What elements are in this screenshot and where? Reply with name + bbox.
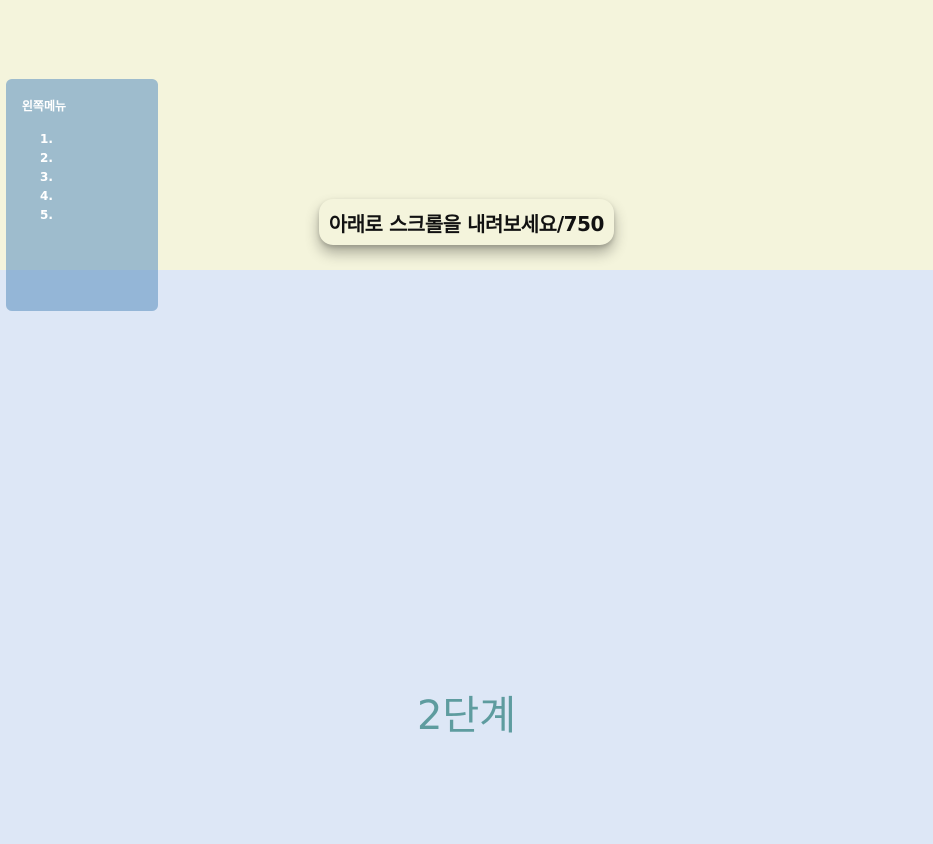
stage-label: 2단계 [416, 693, 517, 739]
left-menu-item-1[interactable]: 1. [40, 130, 142, 149]
left-menu-title: 왼쪽메뉴 [22, 99, 67, 113]
left-menu-item-2[interactable]: 2. [40, 149, 142, 168]
section-bottom [0, 270, 933, 844]
left-menu-item-5[interactable]: 5. [40, 206, 142, 225]
left-menu-item-3[interactable]: 3. [40, 168, 142, 187]
left-menu: 왼쪽메뉴 1. 2. 3. 4. 5. [6, 79, 158, 311]
scroll-position-indicator: 아래로 스크롤을 내려보세요/750 [319, 199, 614, 245]
left-menu-list: 1. 2. 3. 4. 5. [40, 130, 142, 225]
left-menu-item-4[interactable]: 4. [40, 187, 142, 206]
